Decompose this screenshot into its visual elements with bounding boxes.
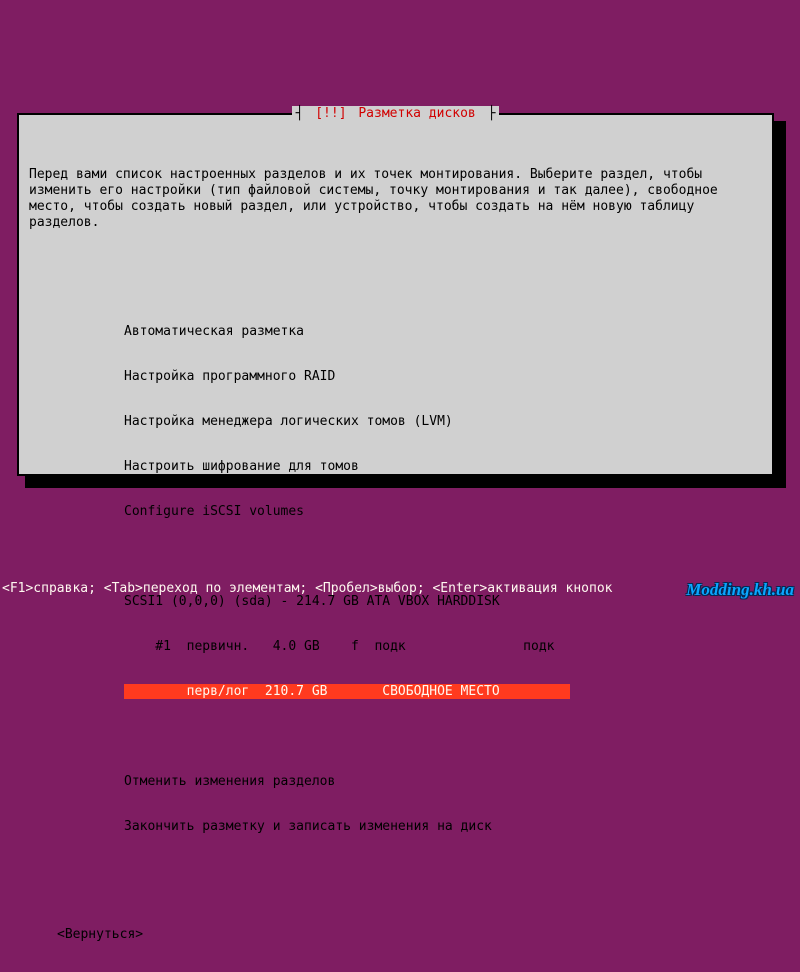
menu-raid[interactable]: Настройка программного RAID bbox=[124, 369, 762, 384]
free-space-selected[interactable]: перв/лог 210.7 GB СВОБОДНОЕ МЕСТО bbox=[124, 684, 762, 699]
alert-icon: [!!] bbox=[313, 106, 356, 121]
menu-crypto[interactable]: Настроить шифрование для томов bbox=[124, 459, 762, 474]
free-space-label: перв/лог 210.7 GB СВОБОДНОЕ МЕСТО bbox=[124, 684, 570, 699]
menu-iscsi[interactable]: Configure iSCSI volumes bbox=[124, 504, 762, 519]
title-border-right: ├ bbox=[478, 106, 498, 121]
menu-auto-partition[interactable]: Автоматическая разметка bbox=[124, 324, 762, 339]
partition-dialog: ┤ [!!] Разметка дисков ├ Перед вами спис… bbox=[17, 113, 774, 476]
title-text: Разметка дисков bbox=[356, 106, 477, 121]
instructions: Перед вами список настроенных разделов и… bbox=[29, 167, 762, 231]
spacer bbox=[124, 729, 762, 744]
key-hints: <F1>справка; <Tab>переход по элементам; … bbox=[2, 581, 612, 596]
title-border-left: ┤ bbox=[294, 106, 314, 121]
menu-lvm[interactable]: Настройка менеджера логических томов (LV… bbox=[124, 414, 762, 429]
menu-undo[interactable]: Отменить изменения разделов bbox=[124, 774, 762, 789]
partition-1[interactable]: #1 первичн. 4.0 GB f подк подк bbox=[124, 639, 762, 654]
dialog-content: Перед вами список настроенных разделов и… bbox=[29, 137, 762, 972]
disk-sda[interactable]: SCSI1 (0,0,0) (sda) - 214.7 GB ATA VBOX … bbox=[124, 594, 762, 609]
menu-finish[interactable]: Закончить разметку и записать изменения … bbox=[124, 819, 762, 834]
menu: Автоматическая разметка Настройка програ… bbox=[124, 294, 762, 864]
dialog-title: ┤ [!!] Разметка дисков ├ bbox=[19, 106, 772, 121]
spacer bbox=[124, 549, 762, 564]
back-button[interactable]: <Вернуться> bbox=[57, 927, 762, 942]
